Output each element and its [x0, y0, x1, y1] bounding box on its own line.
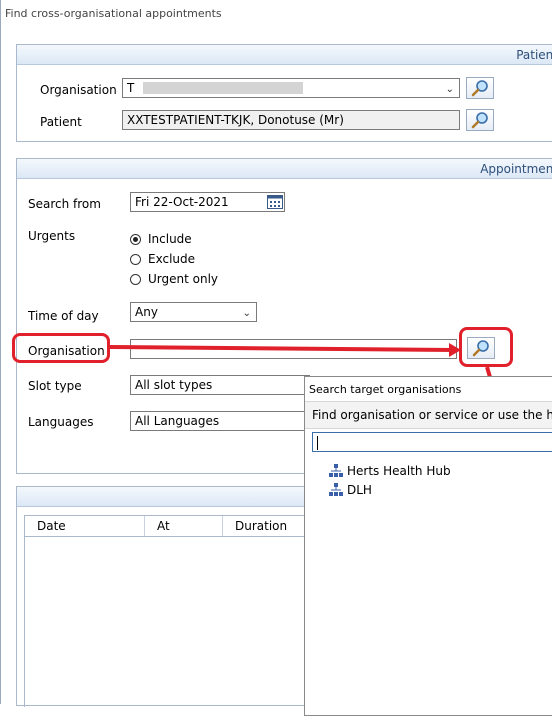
find-appointments-window: Find cross-organisational appointments P…: [0, 0, 552, 716]
popup-title: Search target organisations: [309, 383, 462, 396]
tree-item-dlh[interactable]: DLH: [329, 482, 529, 498]
annotation-arrow-horizontal: [109, 345, 455, 352]
popup-instruction-bar: Find organisation or service or use the …: [305, 401, 552, 429]
search-target-organisations-popup: Search target organisations Find organis…: [304, 376, 552, 716]
org-tree-icon: [329, 464, 343, 477]
popup-search-input[interactable]: [312, 432, 552, 452]
tree-item-herts-health-hub[interactable]: Herts Health Hub: [329, 463, 529, 479]
tree-item-label: DLH: [347, 483, 372, 497]
annotation-arrowhead: [449, 343, 461, 357]
text-cursor: [317, 435, 318, 450]
popup-instruction: Find organisation or service or use the …: [312, 408, 552, 422]
org-tree-icon: [329, 483, 343, 496]
tree-item-label: Herts Health Hub: [347, 464, 451, 478]
